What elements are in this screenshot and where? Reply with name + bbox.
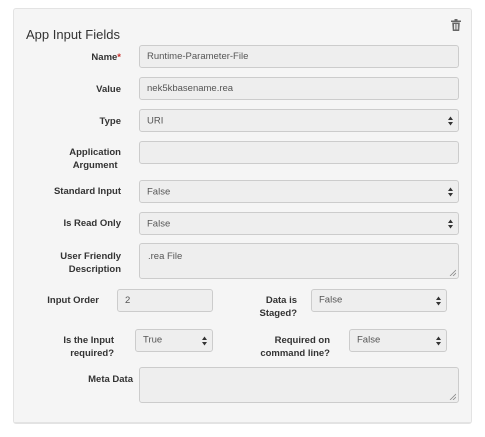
application-argument-label-line2: Argument bbox=[72, 160, 118, 171]
standard-input-label: Standard Input bbox=[53, 186, 121, 197]
required-on-command-line-label: Required on command line? bbox=[260, 334, 330, 360]
input-order-label: Input Order bbox=[47, 295, 99, 306]
data-is-staged-select[interactable]: False bbox=[311, 289, 447, 312]
select-arrows-icon bbox=[436, 336, 441, 345]
is-input-required-label-line1: Is the Input bbox=[63, 335, 114, 346]
select-arrows-icon bbox=[202, 336, 207, 345]
application-argument-label: Application Argument bbox=[69, 146, 121, 172]
select-arrows-icon bbox=[448, 116, 453, 125]
required-asterisk: * bbox=[117, 52, 121, 63]
select-arrows-icon bbox=[448, 219, 453, 228]
panel-title: App Input Fields bbox=[26, 27, 120, 42]
name-label-text: Name bbox=[91, 52, 118, 63]
is-read-only-label: Is Read Only bbox=[63, 218, 121, 229]
required-on-command-line-label-line2: command line? bbox=[260, 348, 330, 359]
is-input-required-select[interactable]: True bbox=[135, 329, 213, 352]
is-read-only-selected-value: False bbox=[147, 218, 171, 229]
value-input[interactable] bbox=[139, 77, 459, 100]
is-input-required-label: Is the Input required? bbox=[63, 334, 114, 360]
data-is-staged-label-line1: Data is bbox=[265, 295, 297, 306]
is-input-required-selected-value: True bbox=[143, 334, 163, 346]
meta-data-textarea[interactable] bbox=[139, 367, 459, 403]
is-read-only-select[interactable]: False bbox=[139, 212, 459, 235]
required-on-command-line-label-line1: Required on bbox=[274, 335, 330, 346]
user-friendly-description-label: User Friendly Description bbox=[60, 250, 121, 276]
user-friendly-description-label-line2: Description bbox=[68, 264, 121, 275]
panel-bottom-border bbox=[14, 422, 471, 423]
user-friendly-description-value: .rea File bbox=[148, 251, 183, 262]
application-argument-input[interactable] bbox=[139, 141, 459, 164]
standard-input-select[interactable]: False bbox=[139, 180, 459, 203]
name-label: Name* bbox=[91, 51, 121, 64]
select-arrows-icon bbox=[436, 296, 441, 305]
resize-grip-icon[interactable] bbox=[449, 393, 456, 400]
data-is-staged-selected-value: False bbox=[319, 294, 343, 306]
meta-data-label: Meta Data bbox=[88, 374, 133, 385]
type-select[interactable]: URI bbox=[139, 109, 459, 132]
data-is-staged-label-line2: Staged? bbox=[259, 308, 297, 319]
select-arrows-icon bbox=[448, 187, 453, 196]
required-on-command-line-select[interactable]: False bbox=[349, 329, 447, 352]
type-label: Type bbox=[99, 116, 121, 127]
type-selected-value: URI bbox=[147, 115, 164, 126]
is-input-required-label-line2: required? bbox=[70, 348, 114, 359]
resize-grip-icon[interactable] bbox=[449, 269, 456, 276]
standard-input-selected-value: False bbox=[147, 186, 171, 197]
application-argument-label-line1: Application bbox=[69, 147, 121, 158]
name-input[interactable] bbox=[139, 45, 459, 68]
data-is-staged-label: Data is Staged? bbox=[260, 294, 297, 320]
input-order-input[interactable] bbox=[117, 289, 213, 312]
required-on-command-line-selected-value: False bbox=[357, 334, 381, 346]
user-friendly-description-label-line1: User Friendly bbox=[60, 251, 121, 262]
value-label: Value bbox=[96, 84, 121, 95]
user-friendly-description-textarea[interactable]: .rea File bbox=[139, 243, 459, 279]
trash-icon[interactable] bbox=[451, 19, 461, 31]
